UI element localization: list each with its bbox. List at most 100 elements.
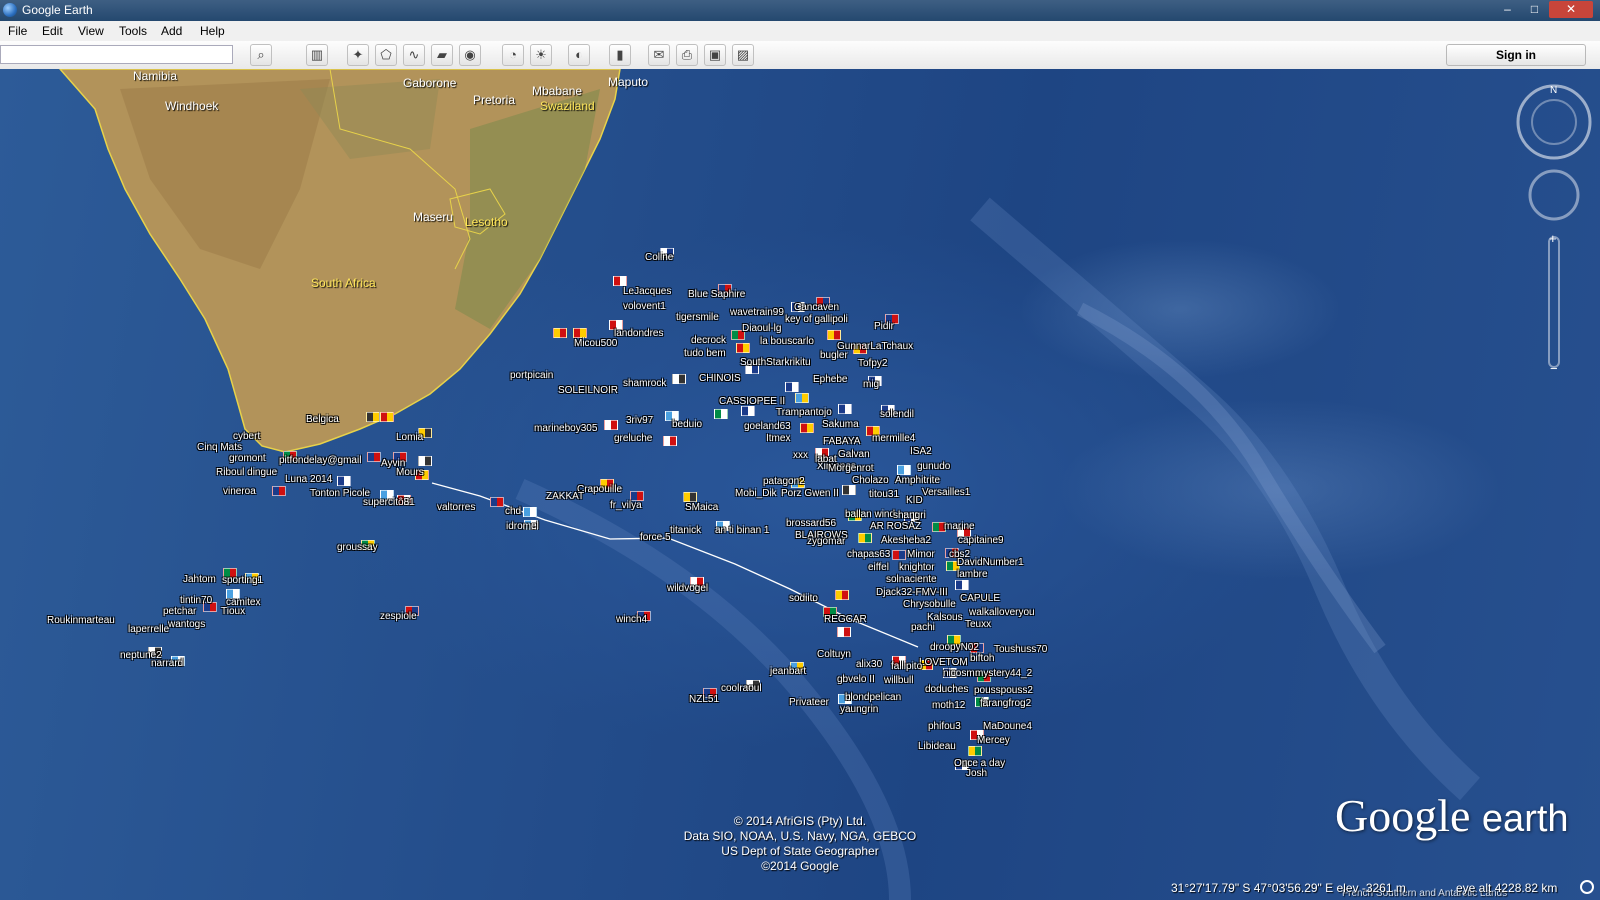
boat-flag-icon[interactable]: [955, 580, 969, 590]
boat-label[interactable]: Belgica: [306, 414, 339, 425]
boat-label[interactable]: jeanbart: [770, 666, 806, 677]
boat-label[interactable]: Cholazo: [852, 475, 889, 486]
boat-label[interactable]: ZAKKAT: [546, 491, 584, 502]
boat-label[interactable]: 3riv97: [626, 415, 653, 426]
boat-label[interactable]: landondres: [614, 328, 663, 339]
place-label[interactable]: South Africa: [311, 276, 376, 290]
boat-label[interactable]: beduio: [672, 419, 702, 430]
boat-label[interactable]: knightor: [899, 562, 935, 573]
boat-label[interactable]: Toushuss70: [994, 644, 1047, 655]
boat-flag-icon[interactable]: [523, 507, 537, 517]
boat-label[interactable]: an ti binan 1: [715, 525, 770, 536]
boat-label[interactable]: farangfrog2: [980, 698, 1031, 709]
boat-label[interactable]: sodiito: [789, 593, 818, 604]
boat-label[interactable]: valtorres: [437, 502, 475, 513]
place-label[interactable]: Maputo: [608, 75, 648, 89]
save-image-button[interactable]: ▨: [732, 44, 754, 66]
boat-flag-icon[interactable]: [838, 404, 852, 414]
boat-label[interactable]: winch4: [616, 614, 647, 625]
boat-flag-icon[interactable]: [553, 328, 567, 338]
boat-label[interactable]: eiffel: [868, 562, 889, 573]
menu-help[interactable]: Help: [200, 24, 225, 38]
place-label[interactable]: Maseru: [413, 210, 453, 224]
boat-label[interactable]: wildvogel: [667, 583, 708, 594]
boat-label[interactable]: droopyN02: [930, 642, 979, 653]
boat-label[interactable]: la bouscarlo: [760, 336, 814, 347]
boat-label[interactable]: moth12: [932, 700, 965, 711]
planets-button[interactable]: ◐: [568, 44, 590, 66]
boat-label[interactable]: solnaciente: [886, 574, 937, 585]
place-label[interactable]: Windhoek: [165, 99, 218, 113]
boat-flag-icon[interactable]: [741, 406, 755, 416]
boat-label[interactable]: MaDoune4: [983, 721, 1032, 732]
boat-label[interactable]: Trampantojo: [776, 407, 832, 418]
boat-flag-icon[interactable]: [490, 497, 504, 507]
add-polygon-button[interactable]: ⬠: [375, 44, 397, 66]
boat-label[interactable]: vineroa: [223, 486, 256, 497]
boat-label[interactable]: LeJacques: [623, 286, 671, 297]
boat-label[interactable]: CASSIOPEE II: [719, 396, 785, 407]
boat-flag-icon[interactable]: [613, 276, 627, 286]
boat-label[interactable]: groussay: [337, 542, 378, 553]
boat-label[interactable]: decrock: [691, 335, 726, 346]
boat-label[interactable]: Privateer: [789, 697, 829, 708]
boat-label[interactable]: goeland63: [744, 421, 791, 432]
boat-label[interactable]: walkalloveryou: [969, 607, 1035, 618]
boat-label[interactable]: Ephebe: [813, 374, 847, 385]
boat-label[interactable]: chd: [505, 506, 521, 517]
boat-label[interactable]: willbull: [884, 675, 913, 686]
search-button[interactable]: ⌕: [250, 44, 272, 66]
boat-label[interactable]: Morgenrot: [828, 463, 874, 474]
maximize-button[interactable]: □: [1522, 1, 1547, 18]
boat-label[interactable]: yaungrin: [840, 704, 878, 715]
boat-label[interactable]: SouthStarkrikitu: [740, 357, 811, 368]
search-input[interactable]: [0, 45, 233, 64]
boat-label[interactable]: capitaine9: [958, 535, 1004, 546]
boat-label[interactable]: tintin70: [180, 595, 212, 606]
boat-label[interactable]: wavetrain99: [730, 307, 784, 318]
boat-flag-icon[interactable]: [714, 409, 728, 419]
boat-flag-icon[interactable]: [418, 456, 432, 466]
boat-label[interactable]: gromont: [229, 453, 266, 464]
boat-label[interactable]: shangri: [893, 510, 926, 521]
print-button[interactable]: ⎙: [676, 44, 698, 66]
sunlight-button[interactable]: ☀: [530, 44, 552, 66]
navigation-controls[interactable]: N + −: [1512, 77, 1592, 377]
boat-label[interactable]: Chrysobulle: [903, 599, 956, 610]
boat-flag-icon[interactable]: [337, 476, 351, 486]
boat-label[interactable]: titou31: [869, 489, 899, 500]
boat-label[interactable]: KID: [906, 495, 923, 506]
boat-label[interactable]: gunudo: [917, 461, 950, 472]
boat-label[interactable]: FABAYA: [823, 436, 860, 447]
boat-flag-icon[interactable]: [892, 550, 906, 560]
boat-flag-icon[interactable]: [800, 423, 814, 433]
boat-label[interactable]: coolraoul: [721, 683, 762, 694]
boat-label[interactable]: Jahtom: [183, 574, 216, 585]
boat-label[interactable]: Akesheba2: [881, 535, 931, 546]
boat-label[interactable]: volovent1: [623, 301, 666, 312]
boat-label[interactable]: zygomar: [807, 536, 845, 547]
boat-label[interactable]: Mobi_Dik: [735, 488, 777, 499]
boat-label[interactable]: narrard: [151, 658, 183, 669]
boat-flag-icon[interactable]: [604, 420, 618, 430]
boat-flag-icon[interactable]: [672, 374, 686, 384]
boat-label[interactable]: Mimor: [907, 549, 935, 560]
place-label[interactable]: Gaborone: [403, 76, 456, 90]
boat-label[interactable]: fallipito: [891, 661, 922, 672]
sign-in-button[interactable]: Sign in: [1446, 44, 1586, 66]
close-button[interactable]: ✕: [1549, 1, 1593, 18]
boat-label[interactable]: laperrelle: [128, 624, 169, 635]
boat-label[interactable]: idromel: [506, 521, 539, 532]
boat-label[interactable]: Pidir: [874, 321, 894, 332]
boat-label[interactable]: chapas63: [847, 549, 890, 560]
menu-view[interactable]: View: [78, 24, 104, 38]
ruler-button[interactable]: ▮: [609, 44, 631, 66]
record-tour-button[interactable]: ◉: [459, 44, 481, 66]
boat-label[interactable]: cybert: [233, 431, 260, 442]
boat-label[interactable]: wantogs: [168, 619, 205, 630]
boat-label[interactable]: patagon2: [763, 476, 805, 487]
boat-flag-icon[interactable]: [272, 486, 286, 496]
boat-flag-icon[interactable]: [858, 533, 872, 543]
boat-label[interactable]: gbvelo II: [837, 674, 875, 685]
boat-label[interactable]: ballan wind: [845, 509, 895, 520]
